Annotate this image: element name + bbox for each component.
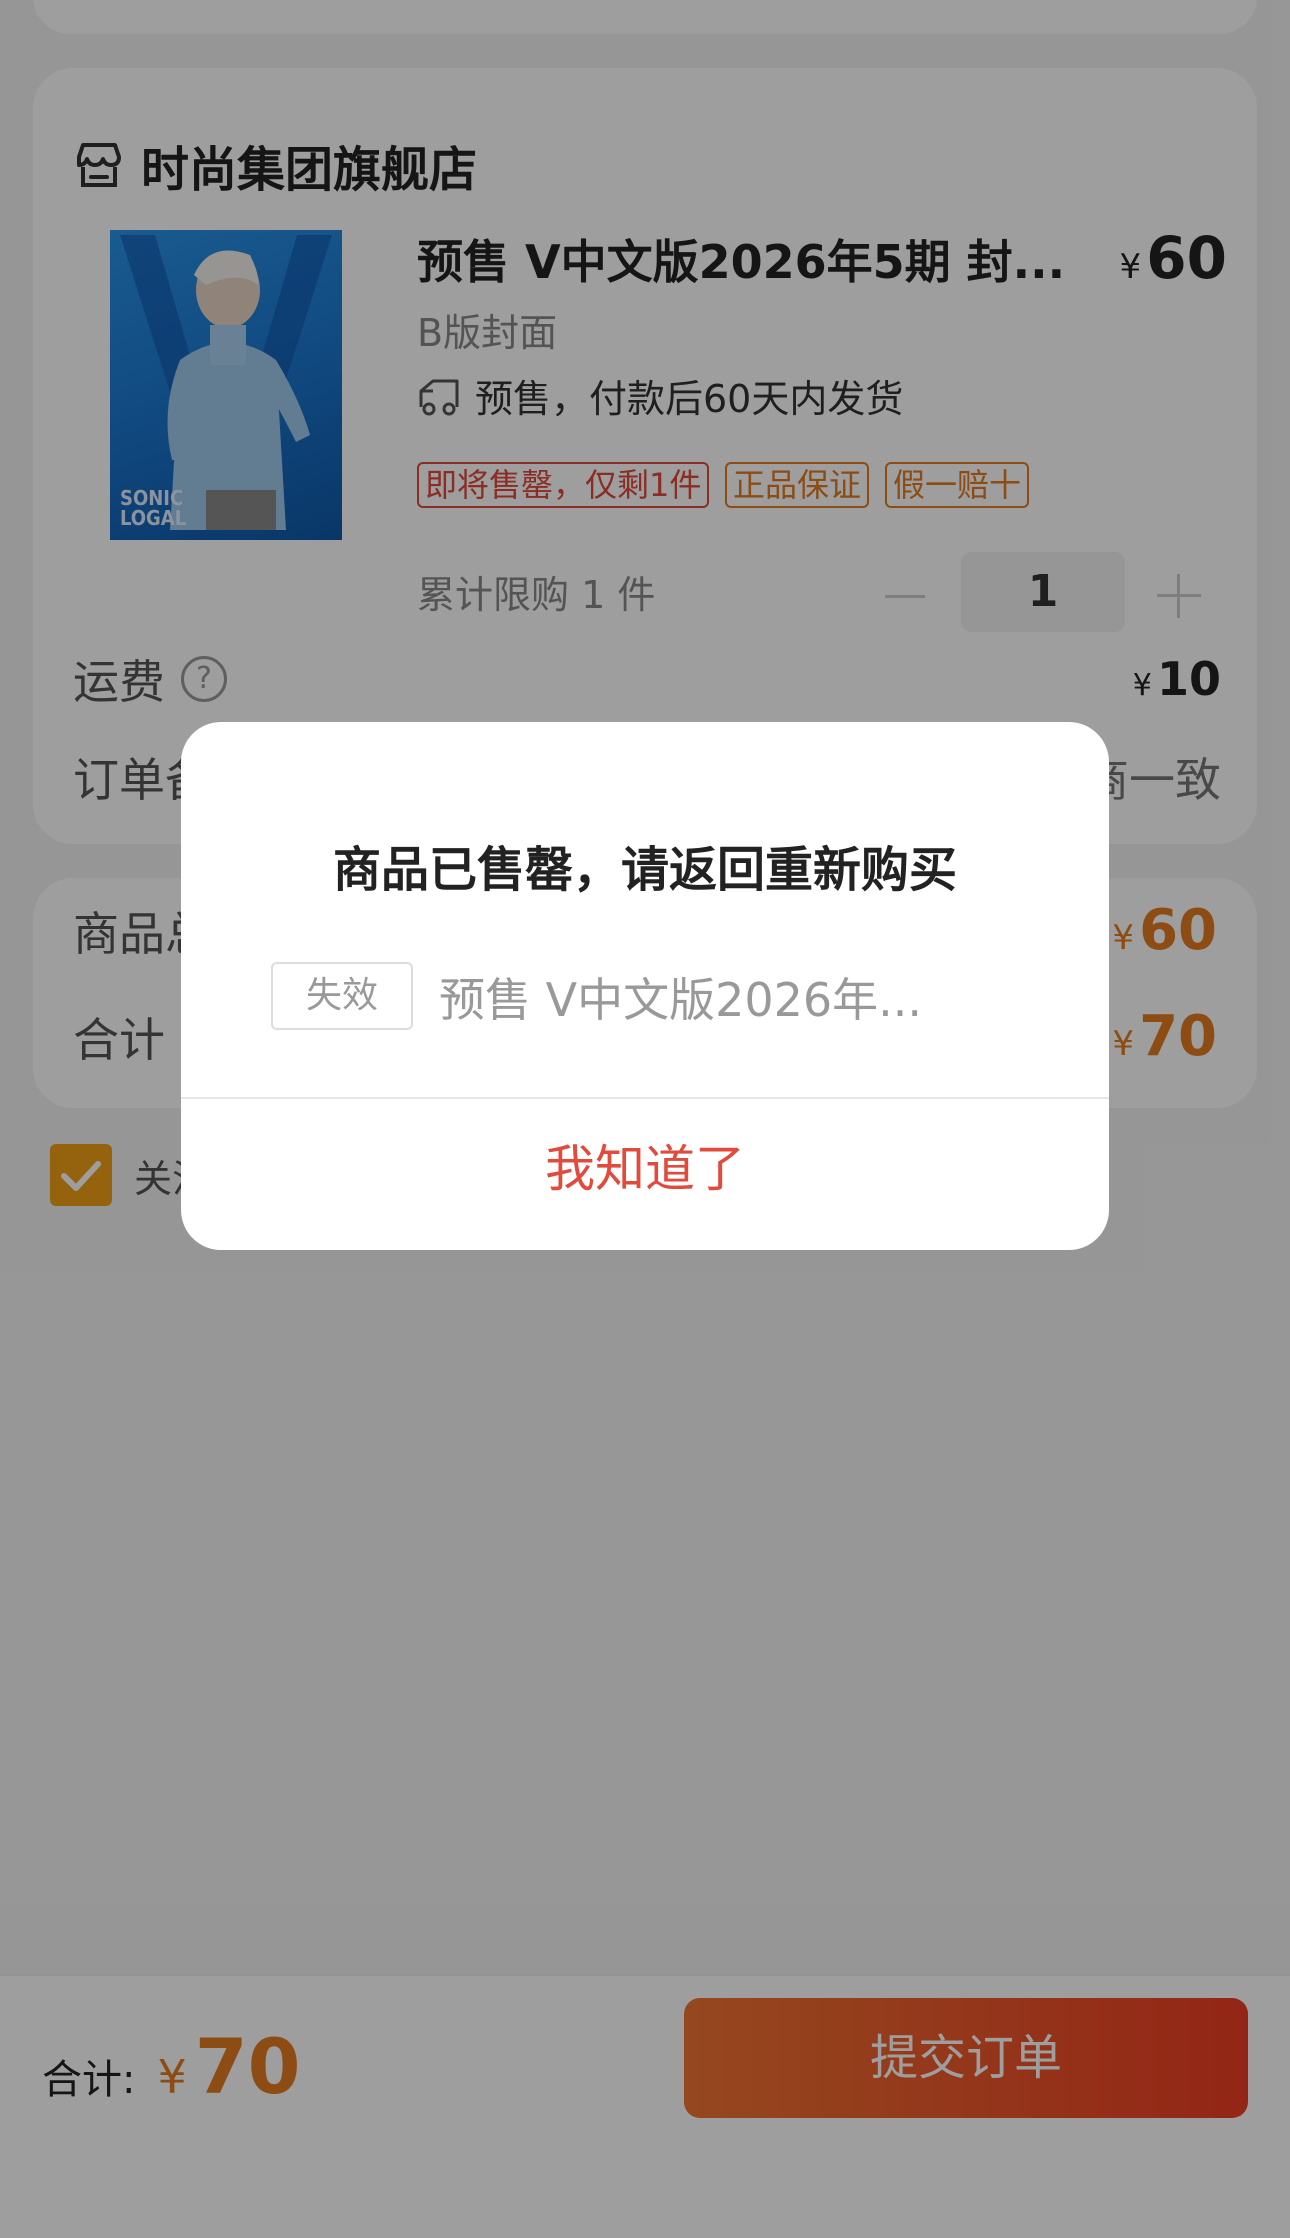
sold-out-dialog: 商品已售罄，请返回重新购买 失效 预售 V中文版2026年... 我知道了 [181, 722, 1109, 1250]
invalid-badge: 失效 [271, 962, 413, 1030]
dialog-title: 商品已售罄，请返回重新购买 [332, 842, 957, 898]
dialog-item-name: 预售 V中文版2026年... [439, 973, 923, 1027]
dialog-confirm-button[interactable]: 我知道了 [181, 1099, 1109, 1250]
